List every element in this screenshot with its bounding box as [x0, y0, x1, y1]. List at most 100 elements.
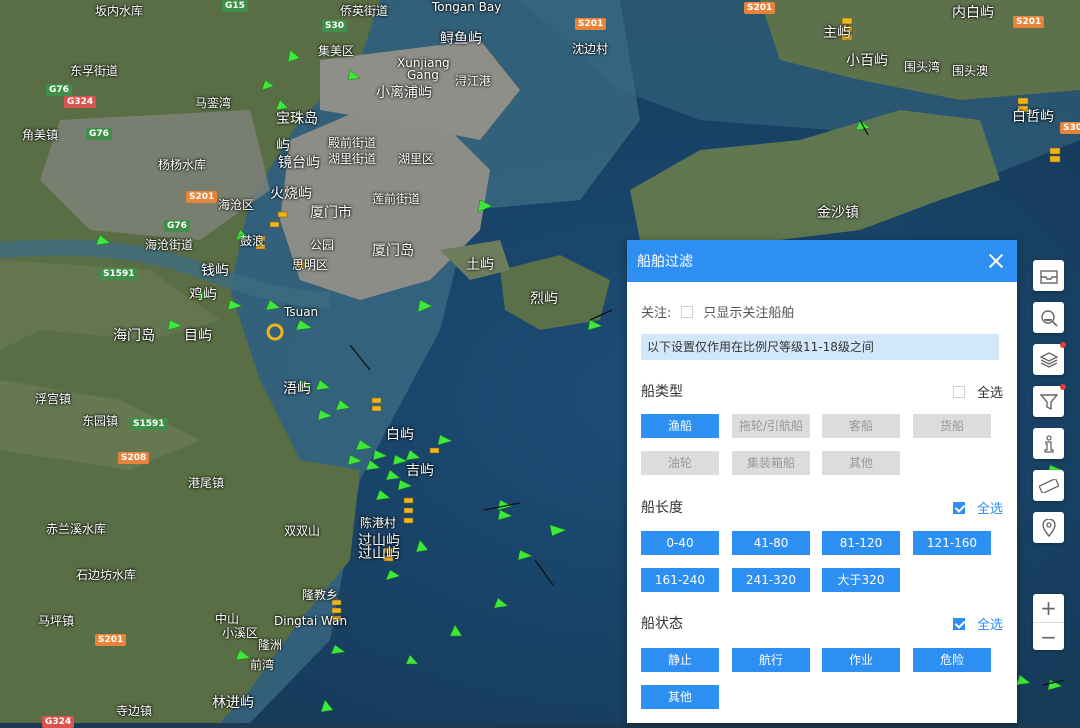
- map-place-label: 前湾: [250, 658, 275, 672]
- map-place-label: 坂内水库: [95, 4, 144, 18]
- map-place-label: 目屿: [184, 328, 212, 344]
- road-shield: S208: [118, 452, 150, 464]
- scale-notice: 以下设置仅作用在比例尺等级11-18级之间: [641, 334, 999, 360]
- ship-length-select-all-checkbox[interactable]: [952, 501, 965, 514]
- ship-type-select-all[interactable]: 全选: [952, 382, 1003, 401]
- map-place-label: 镜台屿: [278, 155, 320, 171]
- map-place-label: 厦门岛: [372, 243, 414, 259]
- notification-dot: [1060, 384, 1066, 390]
- map-place-label: 林进屿: [212, 695, 254, 711]
- ship-status-title: 船状态: [641, 616, 683, 632]
- road-shield: G324: [64, 96, 97, 108]
- map-place-label: 港尾镇: [188, 476, 225, 490]
- map-place-label: 烈屿: [530, 291, 558, 307]
- map-place-label: 浔江港: [455, 74, 492, 88]
- map-place-label: 隆洲: [258, 638, 283, 652]
- map-place-label: Tongan Bay: [432, 0, 502, 14]
- info-button[interactable]: [1033, 428, 1064, 459]
- ship-status-select-all[interactable]: 全选: [952, 614, 1003, 633]
- ship-type-select-all-checkbox[interactable]: [952, 385, 965, 398]
- map-place-label: 钱屿: [201, 263, 229, 279]
- map-place-label: 宝珠岛: [276, 111, 318, 127]
- map-place-label: 杨杨水库: [158, 158, 207, 172]
- follow-only-label[interactable]: 只显示关注船舶: [703, 302, 794, 321]
- map-place-label: 公园: [310, 238, 335, 252]
- ship-length-option-button[interactable]: 41-80: [732, 531, 810, 555]
- map-place-label: 角美镇: [22, 128, 59, 142]
- map-place-label: 小溪区: [222, 626, 259, 640]
- map-place-label: Gang: [407, 68, 439, 82]
- map-place-label: 海沧街道: [145, 238, 194, 252]
- road-shield: S201: [1013, 16, 1045, 28]
- map-place-label: 过山屿: [358, 546, 400, 562]
- panel-header: 船舶过滤: [627, 240, 1017, 282]
- filter-button[interactable]: [1033, 384, 1066, 417]
- follow-label: 关注:: [641, 306, 672, 321]
- map-place-label: 马銮湾: [195, 96, 232, 110]
- ship-status-select-all-checkbox[interactable]: [952, 617, 965, 630]
- road-shield: G76: [164, 220, 190, 232]
- road-shield: S201: [95, 634, 127, 646]
- ruler-icon: [1038, 478, 1059, 493]
- ship-length-select-all[interactable]: 全选: [952, 498, 1003, 517]
- ship-status-option-button[interactable]: 危险: [913, 648, 991, 672]
- map-place-label: 马坪镇: [38, 614, 75, 628]
- layers-icon: [1039, 351, 1058, 368]
- road-shield: G76: [46, 84, 72, 96]
- map-place-label: 湖里区: [398, 152, 435, 166]
- location-pin-button[interactable]: [1033, 512, 1064, 543]
- ship-search-icon: [1040, 309, 1058, 327]
- ship-length-option-button[interactable]: 121-160: [913, 531, 991, 555]
- map-place-label: 湖里街道: [328, 152, 377, 166]
- map-place-label: 土屿: [466, 257, 494, 273]
- select-all-label[interactable]: 全选: [977, 498, 1003, 517]
- map-place-label: 莲前街道: [372, 192, 421, 206]
- ship-status-option-button[interactable]: 作业: [822, 648, 900, 672]
- ship-status-option-button[interactable]: 静止: [641, 648, 719, 672]
- map-place-label: 沈边村: [572, 42, 609, 56]
- ship-type-option-button[interactable]: 拖轮/引航船: [732, 414, 810, 438]
- ship-length-option-button[interactable]: 0-40: [641, 531, 719, 555]
- ship-type-option-button[interactable]: 其他: [822, 451, 900, 475]
- ship-filter-panel: 船舶过滤 关注: 只显示关注船舶 以下设置仅作用在比例尺等级11-18级之间 船…: [627, 240, 1017, 723]
- map-place-label: 鸡屿: [189, 287, 217, 303]
- ship-type-option-button[interactable]: 油轮: [641, 451, 719, 475]
- close-icon[interactable]: [987, 252, 1005, 270]
- layers-button[interactable]: [1033, 342, 1066, 375]
- map-place-label: 隆教乡: [302, 588, 339, 602]
- ruler-button[interactable]: [1033, 470, 1064, 501]
- ship-type-option-button[interactable]: 集装箱船: [732, 451, 810, 475]
- road-shield: S1591: [100, 268, 138, 280]
- map-place-label: 东孚街道: [70, 64, 119, 78]
- ship-type-option-button[interactable]: 渔船: [641, 414, 719, 438]
- ship-search-button[interactable]: [1033, 302, 1064, 333]
- map-place-label: 围头澳: [952, 64, 989, 78]
- map-place-label: 白哲屿: [1012, 109, 1054, 125]
- select-all-label[interactable]: 全选: [977, 382, 1003, 401]
- ship-length-option-button[interactable]: 大于320: [822, 568, 900, 592]
- map-place-label: 双双山: [284, 524, 321, 538]
- map-place-label: 小离浦屿: [376, 85, 432, 101]
- follow-only-checkbox[interactable]: [681, 305, 694, 318]
- map-place-label: 金沙镇: [817, 205, 859, 221]
- ship-length-option-button[interactable]: 241-320: [732, 568, 810, 592]
- map-place-label: 海沧区: [218, 198, 255, 212]
- map-place-label: Dingtai Wan: [274, 614, 348, 628]
- notification-dot: [1060, 342, 1066, 348]
- road-shield: G324: [42, 716, 75, 728]
- map-place-label: 围头湾: [904, 60, 941, 74]
- ship-length-option-button[interactable]: 161-240: [641, 568, 719, 592]
- panel-title: 船舶过滤: [637, 254, 693, 270]
- ship-length-option-button[interactable]: 81-120: [822, 531, 900, 555]
- map-place-label: 吉屿: [406, 463, 434, 479]
- zoom-out-button[interactable]: −: [1033, 623, 1064, 651]
- zoom-in-button[interactable]: +: [1033, 594, 1064, 623]
- inbox-button[interactable]: [1033, 260, 1064, 291]
- ship-type-option-button[interactable]: 货船: [913, 414, 991, 438]
- map-place-label: 石边坊水库: [76, 568, 137, 582]
- ship-status-option-button[interactable]: 其他: [641, 685, 719, 709]
- map-place-label: 殿前街道: [328, 136, 377, 150]
- ship-status-option-button[interactable]: 航行: [732, 648, 810, 672]
- select-all-label[interactable]: 全选: [977, 614, 1003, 633]
- ship-type-option-button[interactable]: 客船: [822, 414, 900, 438]
